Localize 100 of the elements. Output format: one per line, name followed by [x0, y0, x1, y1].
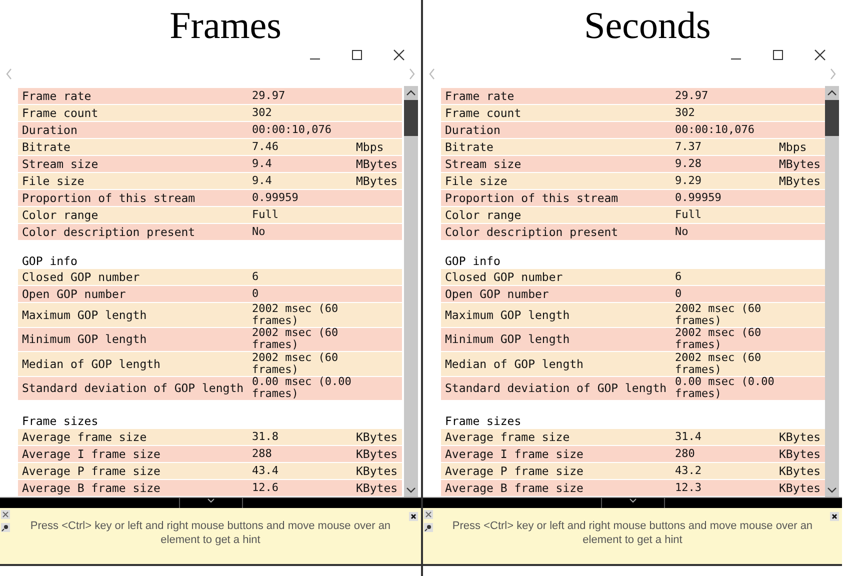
row-label: Average P frame size [444, 465, 584, 477]
row-value: 6 [675, 270, 683, 284]
row-value: 12.3 [675, 481, 702, 495]
row-label: Average I frame size [21, 448, 162, 460]
row-label: Average P frame size [21, 465, 162, 477]
row-value: 2002 msec (60 frames) [252, 350, 340, 376]
scrollbar[interactable] [404, 86, 418, 497]
expand-icon[interactable] [424, 510, 433, 519]
row-label: Standard deviation of GOP length [21, 382, 245, 394]
row-unit: KBytes [779, 465, 821, 477]
row-label: Color range [21, 209, 100, 221]
row-value: 0.00 msec (0.00 frames) [252, 375, 352, 402]
row-label: Frame rate [21, 90, 92, 102]
row-value: 9.29 [675, 174, 702, 188]
row-label: Frame count [21, 107, 100, 119]
row-unit: MBytes [356, 175, 398, 187]
row-unit: Mbps [779, 141, 807, 153]
maximize-icon[interactable] [351, 49, 363, 61]
row-unit: KBytes [779, 448, 821, 460]
row-label: Proportion of this stream [444, 192, 620, 204]
row-label: Closed GOP number [444, 271, 564, 283]
caret-down-icon[interactable] [206, 498, 214, 504]
row-label: Average B frame size [21, 482, 162, 494]
scrollbar-thumb[interactable] [825, 100, 839, 136]
row-value: 2002 msec (60 frames) [675, 326, 762, 352]
row-value: 9.4 [252, 157, 273, 171]
row-label: Duration [444, 124, 502, 136]
row-label: Open GOP number [444, 288, 550, 300]
expand-icon[interactable] [1, 510, 10, 519]
row-value: No [675, 225, 690, 239]
row-label: Closed GOP number [21, 271, 141, 283]
pin-icon[interactable] [1, 523, 10, 532]
scrollbar-thumb[interactable] [404, 100, 418, 136]
row-value: Full [675, 208, 702, 222]
row-label: Average frame size [444, 431, 571, 443]
row-value: 00:00:10,076 [675, 123, 756, 137]
row-unit: MBytes [779, 158, 821, 170]
row-value: 2002 msec (60 frames) [252, 302, 340, 328]
maximize-icon[interactable] [772, 49, 784, 61]
row-label: Frame rate [444, 90, 516, 102]
row-value: 00:00:10,076 [252, 123, 332, 137]
close-icon[interactable] [814, 49, 826, 61]
row-unit: KBytes [356, 482, 398, 494]
row-label: Frame count [444, 107, 522, 119]
hint-text: Press <Ctrl> key or left and right mouse buttons and move mouse over an element to get a hint [29, 519, 392, 547]
row-label: File size [444, 175, 508, 187]
row-value: 29.97 [252, 89, 286, 103]
row-label: Open GOP number [21, 288, 127, 300]
close-icon[interactable] [409, 512, 418, 521]
row-value: No [252, 225, 266, 239]
row-value: 31.8 [252, 430, 280, 444]
panel-heading: Frames [168, 4, 282, 48]
row-label: Duration [21, 124, 78, 136]
row-value: 43.2 [675, 464, 702, 478]
row-value: 302 [252, 106, 273, 120]
row-label: Median of GOP length [444, 358, 584, 370]
row-label: Average B frame size [444, 482, 584, 494]
row-label: Color description present [21, 226, 196, 238]
row-label: Stream size [21, 158, 100, 170]
scrollbar[interactable] [825, 86, 839, 497]
row-label: Bitrate [21, 141, 72, 153]
row-value: 12.6 [252, 481, 280, 495]
close-icon[interactable] [393, 49, 405, 61]
row-value: 43.4 [252, 464, 280, 478]
row-unit: KBytes [356, 465, 398, 477]
row-value: 9.4 [252, 174, 273, 188]
row-label: Minimum GOP length [444, 333, 571, 346]
row-value: Full [252, 208, 280, 222]
row-value: 0 [252, 287, 260, 301]
row-label: Average frame size [21, 431, 148, 443]
pin-icon[interactable] [424, 523, 433, 532]
row-label: Bitrate [444, 141, 494, 153]
row-unit: Mbps [356, 141, 384, 153]
row-value: 0.00 msec (0.00 frames) [675, 375, 776, 402]
row-label: File size [21, 175, 86, 187]
row-value: 2002 msec (60 frames) [675, 302, 762, 328]
row-label: Proportion of this stream [21, 192, 196, 204]
section-title: GOP info [444, 253, 502, 269]
row-label: Minimum GOP length [21, 333, 148, 346]
row-label: Color range [444, 209, 522, 221]
row-value: 29.97 [675, 89, 710, 103]
row-label: Stream size [444, 158, 522, 170]
caret-down-icon[interactable] [628, 498, 636, 504]
row-value: 31.4 [675, 430, 702, 444]
row-label: Standard deviation of GOP length [444, 382, 668, 394]
section-title: GOP info [21, 253, 78, 269]
row-value: 0.99959 [675, 191, 722, 205]
row-label: Median of GOP length [21, 358, 162, 370]
row-label: Color description present [444, 226, 620, 238]
row-value: 2002 msec (60 frames) [675, 350, 762, 376]
section-title: Frame sizes [444, 413, 522, 429]
row-value: 2002 msec (60 frames) [252, 326, 340, 352]
row-value: 7.37 [675, 140, 702, 154]
close-icon[interactable] [830, 512, 839, 521]
row-value: 280 [675, 447, 696, 461]
row-unit: KBytes [356, 431, 398, 443]
row-unit: MBytes [779, 175, 821, 187]
row-label: Maximum GOP length [21, 308, 148, 321]
row-value: 288 [252, 447, 273, 461]
row-value: 9.28 [675, 157, 702, 171]
